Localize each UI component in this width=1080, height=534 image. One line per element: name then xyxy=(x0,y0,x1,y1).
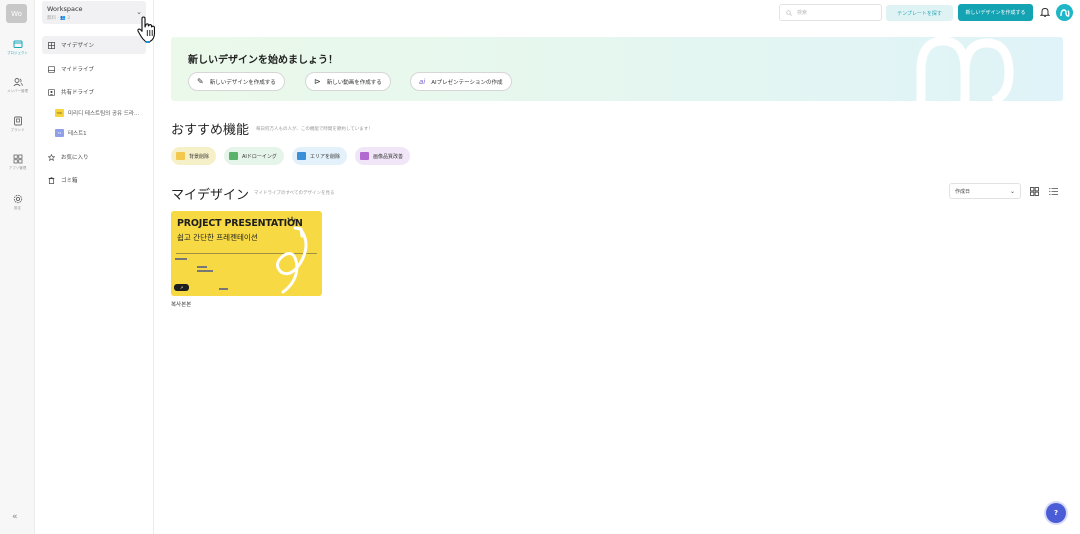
recommended-title: おすすめ機能 xyxy=(171,123,250,138)
erase-area-icon xyxy=(297,152,306,160)
folder-icon xyxy=(13,40,22,48)
people-icon xyxy=(12,78,23,87)
shared-drive-thumb: 미리디 xyxy=(55,109,64,117)
hand-cursor-icon xyxy=(137,16,156,43)
star-icon xyxy=(48,153,55,161)
help-button[interactable]: ? xyxy=(1046,503,1066,523)
chevron-down-icon: ⌄ xyxy=(136,8,142,16)
play-circle-icon: ⊳ xyxy=(314,77,321,86)
rail-label: プロジェクト xyxy=(7,51,28,55)
shared-drive-icon xyxy=(48,88,55,96)
sort-value: 作成日 xyxy=(955,188,971,195)
bell-icon[interactable] xyxy=(1040,7,1050,17)
feature-erase-area[interactable]: エリアを削除 xyxy=(292,147,348,165)
rail-item-brand[interactable]: ブランド xyxy=(0,116,35,133)
my-designs-title: マイデザイン xyxy=(171,188,250,203)
sort-select[interactable]: 作成日 ⌄ xyxy=(949,183,1021,199)
sidebar-item-label: マイドライブ xyxy=(61,67,95,73)
pill-label: AIプレゼンテーションの作成 xyxy=(431,79,503,86)
sidebar-item-label: 共有ドライブ xyxy=(61,90,95,96)
workspace-name: Workspace xyxy=(47,5,83,13)
design-card[interactable]: PROJECT PRESENTATION 쉽고 간단한 프레젠테이션 ↗ xyxy=(171,211,322,296)
image-enhance-icon xyxy=(360,152,369,160)
user-avatar[interactable] xyxy=(1056,4,1073,21)
apps-icon xyxy=(13,154,22,164)
my-designs-subtitle[interactable]: マイドライブのすべてのデザインを見る xyxy=(254,190,335,196)
hero-decoration xyxy=(916,37,1014,101)
shared-drive-thumb: T1 xyxy=(55,129,64,137)
feature-remove-background[interactable]: 背景削除 xyxy=(171,147,217,165)
sidebar-item-label: マイデザイン xyxy=(61,43,95,49)
search-input[interactable]: 検索 xyxy=(779,4,882,21)
rail-label: メンバー管理 xyxy=(7,89,28,93)
rail-label: ブランド xyxy=(10,128,25,132)
sidebar-item-label: お気に入り xyxy=(61,155,89,161)
recommended-subtitle: 毎日何万人もの人が、この機能で時間を節約しています！ xyxy=(256,127,373,132)
card-swirl-graphic xyxy=(276,216,308,294)
rail-item-members[interactable]: メンバー管理 xyxy=(0,77,35,94)
user-logo-icon xyxy=(1059,8,1070,17)
feature-label: 背景削除 xyxy=(189,153,210,160)
left-rail: Wo プロジェクト メンバー管理 ブランド アプリ管理 設定 « xyxy=(0,0,35,534)
sidebar-item-trash[interactable]: ゴミ箱 xyxy=(42,171,146,189)
card-placeholder-text xyxy=(197,270,213,272)
pill-label: 新しいデザインを作成する xyxy=(209,79,276,86)
feature-image-enhance[interactable]: 画像品質改善 xyxy=(355,147,411,165)
grid-view-icon[interactable] xyxy=(1030,187,1039,196)
sidebar-item-label: ゴミ箱 xyxy=(61,178,78,184)
new-video-pill[interactable]: ⊳ 新しい動画を作成する xyxy=(305,72,391,91)
pill-label: 新しい動画を作成する xyxy=(326,79,382,86)
shared-drive-item[interactable]: T1 테스트1 xyxy=(55,127,87,139)
remove-background-icon xyxy=(176,152,185,160)
card-placeholder-text xyxy=(219,288,228,290)
ai-drawing-icon xyxy=(229,152,238,160)
rail-item-settings[interactable]: 設定 xyxy=(0,194,35,211)
ai-icon: ai xyxy=(419,77,426,86)
feature-label: 画像品質改善 xyxy=(373,153,404,160)
rail-label: アプリ管理 xyxy=(8,166,27,170)
grid-icon xyxy=(48,41,55,49)
workspace-plan: 無料 · 👥 2 xyxy=(47,16,71,21)
rail-item-projects[interactable]: プロジェクト xyxy=(0,39,35,56)
shared-drive-item[interactable]: 미리디 미리디 테스트팀의 공유 드라... xyxy=(55,107,139,119)
chevron-down-icon: ⌄ xyxy=(1009,187,1015,195)
feature-label: AIドローイング xyxy=(242,153,277,160)
sidebar-item-my-drive[interactable]: マイドライブ xyxy=(42,60,146,78)
settings-icon xyxy=(13,194,22,204)
card-placeholder-text xyxy=(175,258,187,260)
shared-drive-label: 테스트1 xyxy=(68,131,87,137)
ai-presentation-pill[interactable]: ai AIプレゼンテーションの作成 xyxy=(410,72,512,91)
brand-icon xyxy=(13,116,22,126)
new-design-pill[interactable]: ✎ 新しいデザインを作成する xyxy=(188,72,285,91)
design-card-name[interactable]: 복사본본 xyxy=(171,300,191,308)
sidebar: Workspace 無料 · 👥 2 ⌄ マイデザイン マイドライブ 共有ドライ… xyxy=(35,0,156,534)
card-badge: ↗ xyxy=(174,284,189,291)
hero-title: 新しいデザインを始めましょう！ xyxy=(188,55,338,66)
sidebar-item-shared-drive[interactable]: 共有ドライブ xyxy=(42,83,146,101)
shared-drive-label: 미리디 테스트팀의 공유 드라... xyxy=(68,111,140,117)
sidebar-item-my-designs[interactable]: マイデザイン xyxy=(42,36,146,54)
drive-icon xyxy=(48,65,55,73)
pencil-icon: ✎ xyxy=(197,77,204,86)
workspace-switcher[interactable]: Workspace 無料 · 👥 2 ⌄ xyxy=(42,1,146,24)
list-view-icon[interactable] xyxy=(1049,187,1058,196)
sidebar-item-favorites[interactable]: お気に入り xyxy=(42,148,146,166)
find-templates-button[interactable]: テンプレートを探す xyxy=(886,5,953,21)
card-subhead: 쉽고 간단한 프레젠테이션 xyxy=(177,233,258,242)
feature-label: エリアを削除 xyxy=(310,153,341,160)
search-placeholder: 検索 xyxy=(797,10,808,16)
rail-item-apps[interactable]: アプリ管理 xyxy=(0,154,35,171)
hero-banner: 新しいデザインを始めましょう！ ✎ 新しいデザインを作成する ⊳ 新しい動画を作… xyxy=(171,37,1063,101)
collapse-sidebar-button[interactable]: « xyxy=(12,512,18,522)
create-design-button[interactable]: 新しいデザインを作成する xyxy=(958,4,1033,21)
workspace-avatar[interactable]: Wo xyxy=(6,4,27,23)
trash-icon xyxy=(48,176,55,184)
search-icon xyxy=(786,9,792,16)
rail-label: 設定 xyxy=(14,206,21,210)
card-placeholder-text xyxy=(197,266,207,268)
feature-ai-drawing[interactable]: AIドローイング xyxy=(224,147,284,165)
